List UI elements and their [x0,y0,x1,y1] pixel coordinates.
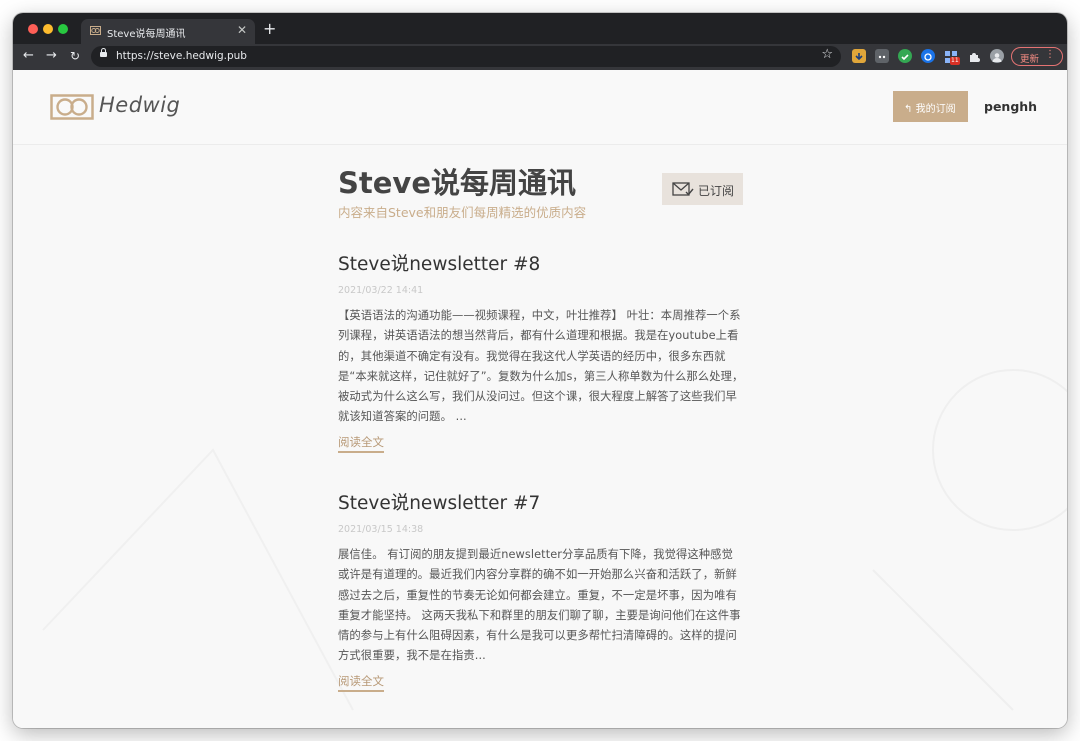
ghost-extension-icon[interactable] [875,49,889,63]
site-logo-text[interactable]: Hedwig [99,93,180,117]
lock-icon [100,48,107,57]
hedwig-logo-icon [90,26,101,35]
more-menu-icon[interactable]: ⋮ [1045,49,1055,60]
tab-title: Steve说每周通讯 [107,29,186,40]
hedwig-logo-icon[interactable] [50,94,94,120]
post-excerpt: 展信佳。 有订阅的朋友提到最近newsletter分享品质有下降，我觉得这种感觉… [338,548,741,663]
post-excerpt: 【英语语法的沟通功能——视频课程，中文，叶壮推荐】 叶壮：本周推荐一个系列课程，… [338,309,744,424]
post-item: Steve说newsletter #8 2021/03/22 14:41 【英语… [338,253,758,453]
subscribed-button[interactable]: 已订阅 [662,173,743,205]
newsletter-title: Steve说每周通讯 [338,166,576,200]
read-more-link[interactable]: 阅读全文 [338,434,384,453]
check-extension-icon[interactable] [898,49,912,63]
post-date: 2021/03/22 14:41 [338,285,424,296]
window-close-button[interactable] [28,24,38,34]
envelope-check-icon [672,182,694,196]
tab-strip: Steve说每周通讯 ✕ + [13,13,1067,44]
newsletter-subtitle: 内容来自Steve和朋友们每周精选的优质内容 [338,205,587,220]
update-label: 更新 [1020,54,1040,65]
window-minimize-button[interactable] [43,24,53,34]
my-subscriptions-label: 我的订阅 [915,104,956,115]
subscribed-label: 已订阅 [698,184,735,198]
extension-badge: 11 [950,57,960,65]
puzzle-extensions-icon[interactable] [967,49,981,63]
url-text: https://steve.hedwig.pub [116,50,247,62]
reload-icon[interactable]: ↻ [70,48,80,64]
post-title[interactable]: Steve说newsletter #8 [338,253,758,277]
tab-close-icon[interactable]: ✕ [237,23,247,37]
return-arrow-icon: ↰ [904,104,913,115]
browser-tab[interactable]: Steve说每周通讯 ✕ [81,19,255,44]
globe-extension-icon[interactable] [921,49,935,63]
window-maximize-button[interactable] [58,24,68,34]
post-item: Steve说newsletter #7 2021/03/15 14:38 展信佳… [338,492,758,692]
site-header: Hedwig ↰ 我的订阅 penghh [13,70,1067,145]
address-bar[interactable]: https://steve.hedwig.pub ☆ [91,46,841,67]
grid-extension-icon[interactable]: 11 [944,49,960,65]
page-content: Hedwig ↰ 我的订阅 penghh Steve说每周通讯 内容来自Stev… [13,70,1067,728]
browser-toolbar: ← → ↻ https://steve.hedwig.pub ☆ 11 更新 ⋮ [13,44,1067,70]
forward-arrow-icon[interactable]: → [46,48,57,64]
back-arrow-icon[interactable]: ← [23,48,34,64]
bookmark-star-icon[interactable]: ☆ [821,47,833,62]
profile-avatar-icon[interactable] [990,49,1004,63]
my-subscriptions-content: ↰ 我的订阅 [904,100,956,115]
update-button[interactable]: 更新 ⋮ [1011,47,1063,66]
post-title[interactable]: Steve说newsletter #7 [338,492,758,516]
username-link[interactable]: penghh [984,99,1037,114]
my-subscriptions-button[interactable]: ↰ 我的订阅 [893,91,968,122]
browser-window: Steve说每周通讯 ✕ + ← → ↻ https://steve.hedwi… [13,13,1067,728]
download-extension-icon[interactable] [852,49,866,63]
new-tab-icon[interactable]: + [263,21,276,37]
post-date: 2021/03/15 14:38 [338,524,424,535]
read-more-link[interactable]: 阅读全文 [338,673,384,692]
